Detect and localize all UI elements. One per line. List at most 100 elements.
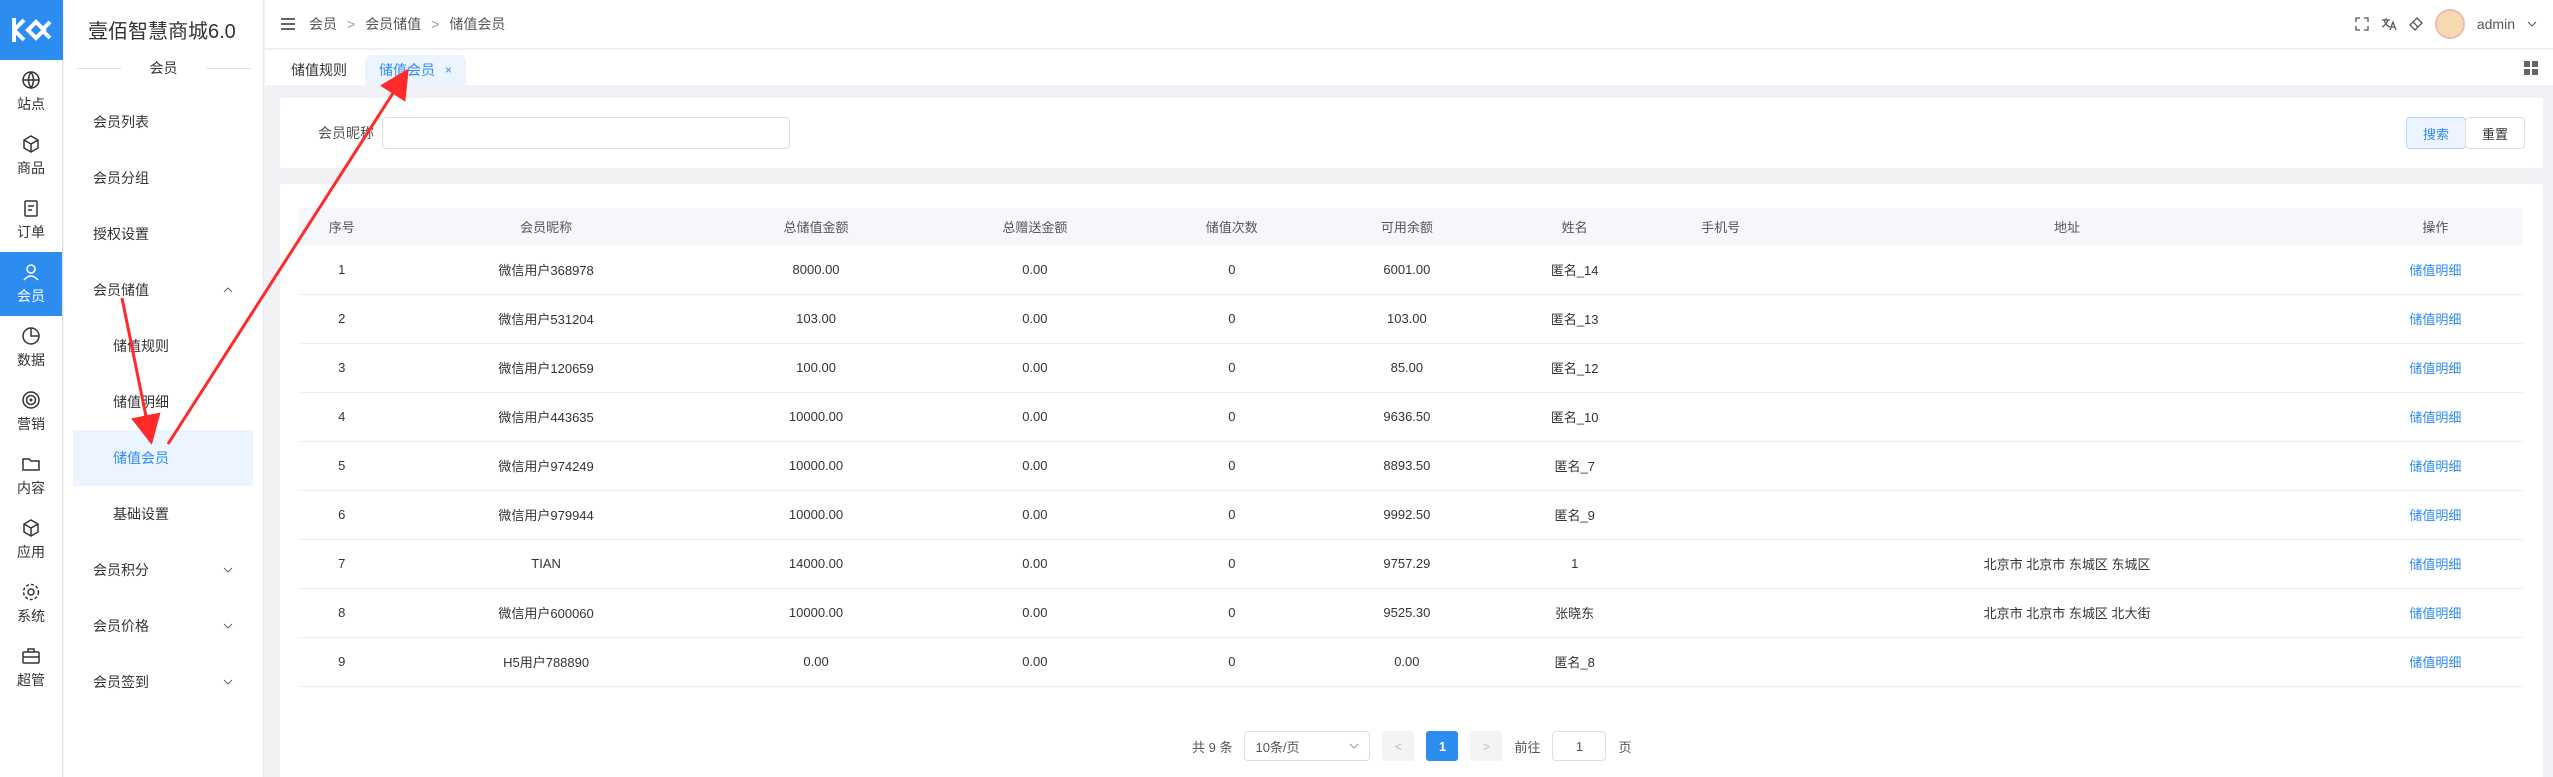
table-cell: 103.00 [706,294,926,344]
rail-item-globe[interactable]: 站点 [0,60,62,124]
action-cell: 储值明细 [2347,294,2523,344]
table-row: 4 微信用户443635 10000.00 0.00 0 9636.50 匿名_10 储值明细 [298,392,2523,442]
rail-item-gear[interactable]: 系统 [0,572,62,636]
menu-item-member-stored[interactable]: 会员储值 [64,262,263,318]
rail-item-clipboard[interactable]: 订单 [0,188,62,252]
page-number-current[interactable]: 1 [1426,731,1459,761]
menu-item-stored-detail[interactable]: 储值明细 [64,374,263,430]
action-cell: 储值明细 [2347,343,2523,393]
stored-detail-link[interactable]: 储值明细 [2409,655,2461,670]
tab-stored-members[interactable]: 储值会员 × [365,55,467,85]
table-cell: 0 [1144,539,1320,589]
stored-detail-link[interactable]: 储值明细 [2409,557,2461,572]
table-cell: 10000.00 [706,588,926,638]
column-header: 储值次数 [1144,208,1320,245]
menu-item-member-list[interactable]: 会员列表 [64,94,263,150]
next-page-button[interactable]: > [1470,731,1503,761]
table-cell [1654,294,1787,344]
user-name[interactable]: admin [2477,16,2515,32]
column-header: 操作 [2347,208,2523,245]
rail-item-box[interactable]: 商品 [0,124,62,188]
secondary-sidebar: 壹佰智慧商城6.0 会员 会员列表 会员分组 授权设置 会员储值 储值规则 储值… [64,0,264,777]
fullscreen-icon[interactable] [2355,17,2369,31]
table-cell [1786,441,2348,491]
menu-item-member-group[interactable]: 会员分组 [64,150,263,206]
translate-icon[interactable] [2381,17,2397,31]
table-cell: 0.00 [925,490,1145,540]
clear-cache-icon[interactable] [2408,17,2423,31]
rail-item-label: 站点 [17,96,45,112]
goto-label: 前往 [1514,739,1541,755]
nickname-search-input[interactable] [382,117,790,149]
table-cell: 9 [298,637,386,687]
table-row: 6 微信用户979944 10000.00 0.00 0 9992.50 匿名_9 储值明细 [298,490,2523,540]
app-logo[interactable] [0,0,63,60]
table-cell: 10000.00 [706,392,926,442]
table-cell: 9757.29 [1319,539,1495,589]
stored-detail-link[interactable]: 储值明细 [2409,312,2461,327]
stored-detail-link[interactable]: 储值明细 [2409,508,2461,523]
rail-item-label: 数据 [17,352,45,368]
menu-item-stored-rules[interactable]: 储值规则 [64,318,263,374]
avatar[interactable] [2434,9,2465,39]
tab-label: 储值规则 [291,62,347,78]
breadcrumb-item[interactable]: 会员储值 [365,14,421,34]
table-cell: 10000.00 [706,490,926,540]
table-row: 7 TIAN 14000.00 0.00 0 9757.29 1 北京市 北京市 东城区 东城… [298,539,2523,589]
menu-item-member-signin[interactable]: 会员签到 [64,654,263,710]
reset-button[interactable]: 重置 [2464,117,2525,149]
table-cell: H5用户788890 [385,637,707,687]
search-button[interactable]: 搜索 [2405,117,2466,149]
chevron-down-icon [223,567,233,573]
rail-item-cube[interactable]: 应用 [0,508,62,572]
action-cell: 储值明细 [2347,539,2523,589]
menu-label: 储值规则 [113,338,169,354]
stored-detail-link[interactable]: 储值明细 [2409,361,2461,376]
close-icon[interactable]: × [445,63,452,77]
tab-stored-rules[interactable]: 储值规则 [277,55,361,85]
table-cell [1786,294,2348,344]
action-cell: 储值明细 [2347,490,2523,540]
table-cell: 匿名_7 [1494,441,1655,491]
rail-item-briefcase[interactable]: 超管 [0,636,62,700]
table-cell: 微信用户600060 [385,588,707,638]
menu-item-stored-members[interactable]: 储值会员 [73,430,253,486]
table-cell [1786,392,2348,442]
menu-item-basic-settings[interactable]: 基础设置 [64,486,263,542]
stored-detail-link[interactable]: 储值明细 [2409,606,2461,621]
menu-toggle-icon[interactable] [281,18,295,30]
menu-item-member-price[interactable]: 会员价格 [64,598,263,654]
table-cell: 北京市 北京市 东城区 北大街 [1786,588,2348,638]
menu-item-member-points[interactable]: 会员积分 [64,542,263,598]
table-cell: 7 [298,539,386,589]
table-cell: 0.00 [1319,637,1495,687]
table-cell: 0.00 [925,294,1145,344]
breadcrumb-item[interactable]: 会员 [309,14,337,34]
rail-item-target[interactable]: 营销 [0,380,62,444]
stored-detail-link[interactable]: 储值明细 [2409,459,2461,474]
stored-members-table: 序号 会员昵称 总储值金额 总赠送金额 储值次数 可用余额 姓名 手机号 地址 操作 1 微信用户3… [298,208,2523,687]
rail-item-folder[interactable]: 内容 [0,444,62,508]
table-cell: 1 [1494,539,1655,589]
grid-icon[interactable] [2523,60,2539,76]
table-cell: 0 [1144,392,1320,442]
rail-item-user[interactable]: 会员 [0,252,62,316]
box-icon [23,135,39,153]
menu-label: 授权设置 [93,226,149,242]
page-size-select[interactable]: 10条/页 [1244,731,1371,761]
stored-detail-link[interactable]: 储值明细 [2409,263,2461,278]
menu-label: 会员积分 [93,562,149,578]
table-row: 3 微信用户120659 100.00 0.00 0 85.00 匿名_12 储值明细 [298,343,2523,393]
tab-bar: 储值规则 储值会员 × [265,49,2553,85]
menu-item-auth-settings[interactable]: 授权设置 [64,206,263,262]
table-cell: 0.00 [925,392,1145,442]
table-cell [1654,637,1787,687]
chevron-down-icon[interactable] [2527,19,2537,29]
prev-page-button[interactable]: < [1382,731,1415,761]
table-cell: 匿名_8 [1494,637,1655,687]
search-label: 会员昵称 [318,125,374,141]
table-cell: 0.00 [925,588,1145,638]
stored-detail-link[interactable]: 储值明细 [2409,410,2461,425]
rail-item-pie-chart[interactable]: 数据 [0,316,62,380]
goto-page-input[interactable]: 1 [1552,731,1607,761]
